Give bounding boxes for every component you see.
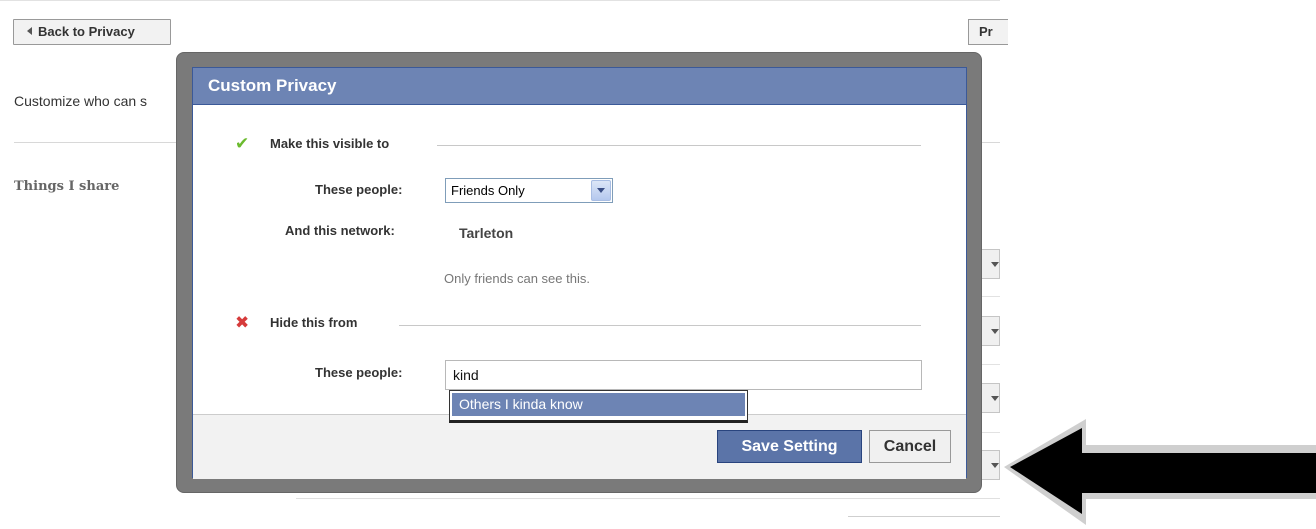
pointer-arrow-icon — [1004, 419, 1316, 525]
back-to-privacy-button[interactable]: Back to Privacy — [13, 19, 171, 45]
dropdown-arrow-icon — [991, 463, 999, 468]
x-icon: ✖ — [235, 313, 250, 332]
dropdown-arrow-icon — [991, 396, 999, 401]
cancel-button[interactable]: Cancel — [869, 430, 951, 463]
intro-text: Customize who can s — [14, 93, 148, 109]
hide-from-input[interactable]: kind — [445, 360, 922, 390]
dialog-title: Custom Privacy — [193, 68, 966, 105]
preview-button[interactable]: Pr — [968, 19, 1008, 45]
back-button-label: Back to Privacy — [38, 24, 135, 39]
row-divider — [980, 296, 1000, 297]
check-icon: ✔ — [235, 134, 250, 153]
audience-select-value: Friends Only — [451, 183, 525, 198]
network-label: And this network: — [285, 223, 395, 238]
things-i-share-heading: Things I share — [14, 179, 120, 194]
these-people-label: These people: — [315, 182, 403, 197]
autocomplete-dropdown: Others I kinda know — [449, 390, 748, 423]
row-divider — [848, 516, 1000, 517]
dropdown-arrow-icon — [991, 262, 999, 267]
dropdown-arrow-icon — [991, 329, 999, 334]
hide-section-title: Hide this from — [270, 315, 358, 330]
hide-people-label: These people: — [315, 365, 403, 380]
chevron-down-icon[interactable] — [591, 180, 611, 201]
save-setting-button[interactable]: Save Setting — [717, 430, 862, 463]
dialog-footer: Save Setting Cancel — [193, 414, 966, 479]
audience-select[interactable]: Friends Only — [445, 178, 613, 203]
suggestion-item[interactable]: Others I kinda know — [452, 393, 745, 416]
network-value: Tarleton — [459, 225, 514, 241]
row-divider — [980, 364, 1000, 365]
section-rule — [437, 145, 921, 146]
visibility-hint: Only friends can see this. — [444, 271, 590, 286]
visible-section-title: Make this visible to — [270, 136, 390, 151]
left-triangle-icon — [27, 27, 32, 35]
section-rule — [399, 325, 921, 326]
top-divider — [0, 0, 1000, 1]
row-divider — [980, 432, 1000, 433]
row-divider — [296, 498, 1000, 499]
